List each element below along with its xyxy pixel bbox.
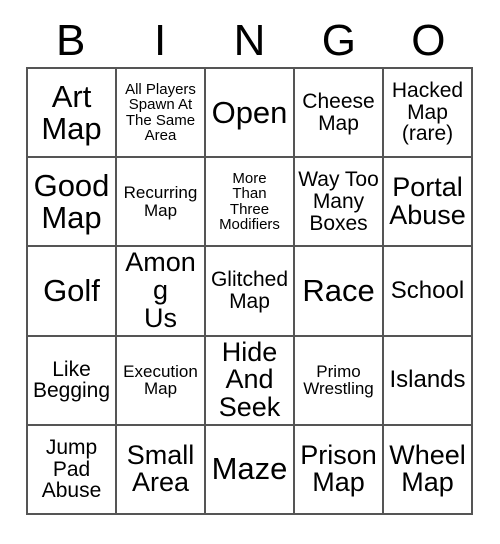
bingo-cell-label: All Players Spawn At The Same Area	[125, 80, 196, 145]
bingo-cell[interactable]: Execution Map	[117, 336, 206, 426]
bingo-cell[interactable]: Way Too Many Boxes	[295, 158, 384, 248]
bingo-cell[interactable]: Art Map	[28, 69, 117, 159]
bingo-cell[interactable]: Jump Pad Abuse	[28, 425, 117, 515]
bingo-cell-label: Execution Map	[123, 361, 198, 399]
bingo-cell-label: Golf	[43, 273, 100, 309]
bingo-cell[interactable]: Primo Wrestling	[295, 336, 384, 426]
bingo-cell[interactable]: Open	[206, 69, 295, 159]
bingo-cell-label: Recurring Map	[123, 183, 198, 220]
bingo-cell-label: Like Begging	[32, 357, 111, 403]
bingo-cell[interactable]: Good Map	[28, 158, 117, 248]
bingo-header-letter-g: G	[321, 15, 357, 65]
bingo-cell-label: More Than Three Modifiers	[219, 169, 280, 234]
bingo-cell[interactable]: Wheel Map	[384, 425, 473, 515]
bingo-cell-label: Good Map	[33, 167, 110, 235]
bingo-grid: Art Map All Players Spawn At The Same Are…	[26, 67, 473, 515]
bingo-header-letter-i: I	[153, 15, 167, 65]
bingo-cell[interactable]: Race	[295, 247, 384, 337]
bingo-cell[interactable]: Like Begging	[28, 336, 117, 426]
bingo-cell-label: Maze	[211, 451, 288, 487]
bingo-cell-label: Way Too Many Boxes	[298, 168, 379, 235]
bingo-cell[interactable]: Islands	[384, 336, 473, 426]
bingo-header-letter-b: B	[56, 15, 86, 65]
bingo-cell-label: School	[390, 276, 465, 304]
bingo-cell-label: Cheese Map	[302, 89, 375, 135]
bingo-cell[interactable]: Cheese Map	[295, 69, 384, 159]
bingo-header-letter-o: O	[411, 15, 446, 65]
bingo-cell[interactable]: More Than Three Modifiers	[206, 158, 295, 248]
bingo-cell-label: Small Area	[126, 439, 195, 498]
bingo-cell[interactable]: Prison Map	[295, 425, 384, 515]
bingo-cell-label: Portal Abuse	[389, 171, 466, 230]
bingo-cell[interactable]: Small Area	[117, 425, 206, 515]
bingo-cell[interactable]: Maze	[206, 425, 295, 515]
bingo-cell[interactable]: Hide And Seek	[206, 336, 295, 426]
bingo-cell-label: Islands	[389, 365, 466, 393]
bingo-cell-label: Primo Wrestling	[303, 361, 374, 399]
bingo-cell[interactable]: All Players Spawn At The Same Area	[117, 69, 206, 159]
bingo-cell-label: Open	[211, 94, 288, 130]
bingo-cell[interactable]: Golf	[28, 247, 117, 337]
bingo-card: B I N G O Art Map All Players Spawn At Th…	[0, 0, 500, 544]
bingo-cell-label: Race	[302, 273, 375, 309]
bingo-cell[interactable]: Portal Abuse	[384, 158, 473, 248]
bingo-header-letter-n: N	[233, 15, 266, 65]
bingo-cell[interactable]: Among Us	[117, 247, 206, 337]
bingo-cell-label: Hacked Map (rare)	[391, 79, 464, 146]
bingo-cell[interactable]: Recurring Map	[117, 158, 206, 248]
bingo-cell-label: Hide And Seek	[218, 336, 281, 423]
bingo-cell-label: Glitched Map	[210, 268, 289, 313]
bingo-header-row: B I N G O	[26, 14, 473, 67]
bingo-cell[interactable]: Glitched Map	[206, 247, 295, 337]
bingo-cell-label: Art Map	[41, 78, 102, 146]
bingo-cell-label: Wheel Map	[389, 439, 466, 498]
bingo-cell-label: Jump Pad Abuse	[41, 435, 102, 503]
bingo-cell-label: Among Us	[125, 247, 196, 333]
bingo-cell-label: Prison Map	[300, 439, 377, 498]
bingo-cell[interactable]: School	[384, 247, 473, 337]
bingo-cell[interactable]: Hacked Map (rare)	[384, 69, 473, 159]
